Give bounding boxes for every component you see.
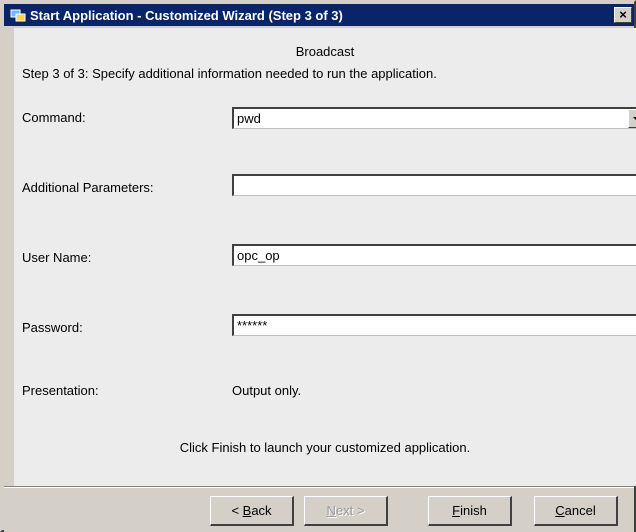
- command-label: Command:: [22, 110, 86, 125]
- back-button-label: ack: [251, 503, 272, 518]
- app-icon: [10, 7, 26, 23]
- next-button-label: ext >: [335, 503, 365, 518]
- close-icon[interactable]: ×: [614, 7, 632, 23]
- finish-button-label: inish: [460, 503, 487, 518]
- cancel-button-mnemonic: C: [555, 503, 565, 518]
- back-button[interactable]: < Back: [210, 496, 294, 526]
- additional-parameters-input[interactable]: [232, 174, 636, 196]
- user-name-label: User Name:: [22, 250, 92, 265]
- button-bar: < Back Next > Finish Cancel: [4, 488, 634, 532]
- additional-parameters-label: Additional Parameters:: [22, 180, 154, 195]
- password-label: Password:: [22, 320, 83, 335]
- dropdown-arrow-icon[interactable]: [628, 109, 636, 128]
- page-title: Broadcast: [295, 44, 355, 59]
- title-bar[interactable]: Start Application - Customized Wizard (S…: [4, 4, 634, 26]
- wizard-content: Broadcast Step 3 of 3: Specify additiona…: [14, 28, 636, 486]
- step-instructions: Step 3 of 3: Specify additional informat…: [22, 66, 437, 81]
- command-value: pwd: [237, 111, 261, 126]
- user-name-input[interactable]: opc_op: [232, 244, 636, 266]
- back-button-prefix: <: [231, 503, 243, 518]
- command-combobox[interactable]: pwd: [232, 107, 636, 129]
- window-title: Start Application - Customized Wizard (S…: [30, 7, 343, 23]
- finish-button[interactable]: Finish: [428, 496, 512, 526]
- finish-instruction: Click Finish to launch your customized a…: [179, 440, 471, 455]
- presentation-label: Presentation:: [22, 383, 99, 398]
- password-input[interactable]: ******: [232, 314, 636, 336]
- finish-button-mnemonic: F: [452, 503, 461, 518]
- next-button[interactable]: Next >: [304, 496, 388, 526]
- next-button-mnemonic: N: [326, 503, 336, 518]
- cancel-button-label: ancel: [564, 503, 596, 518]
- cancel-button[interactable]: Cancel: [534, 496, 618, 526]
- presentation-value: Output only.: [232, 383, 302, 398]
- wizard-window: Start Application - Customized Wizard (S…: [0, 0, 636, 532]
